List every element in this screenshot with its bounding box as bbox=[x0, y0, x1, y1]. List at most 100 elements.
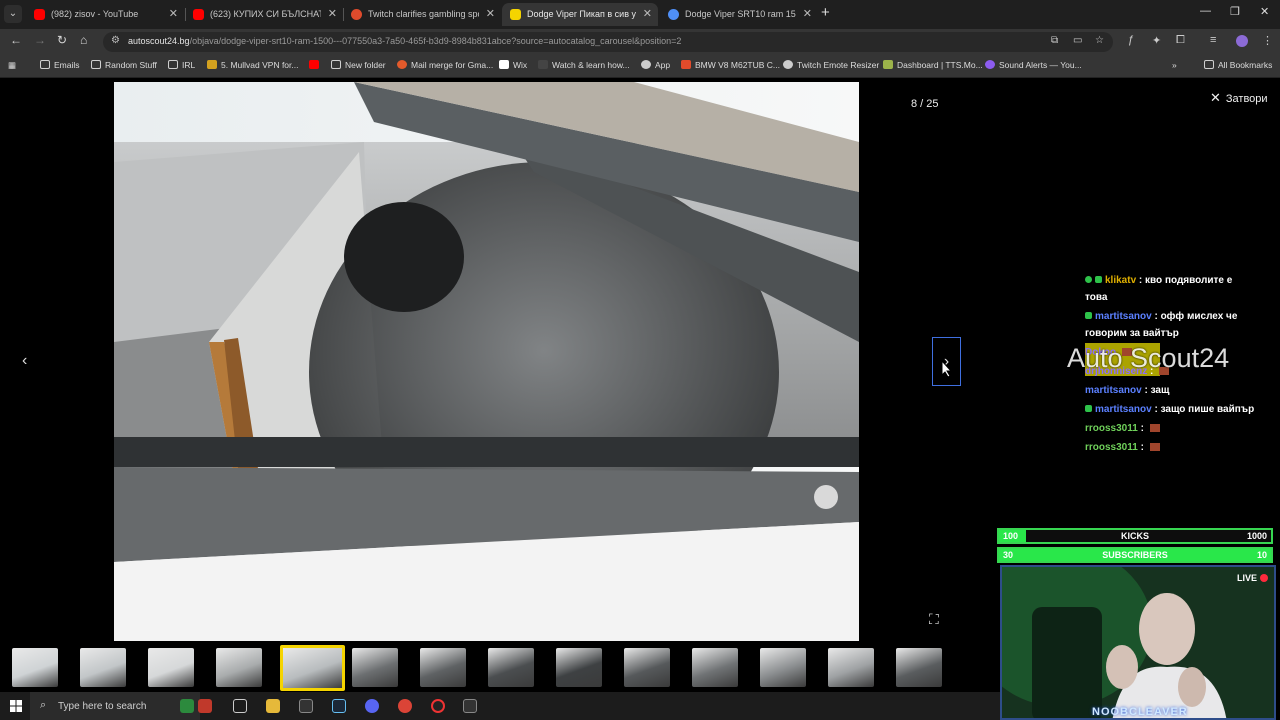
goal-target: 1000 bbox=[1246, 531, 1267, 541]
chrome-icon[interactable] bbox=[398, 699, 412, 713]
address-bar[interactable]: ⚙ autoscout24.bg/objava/dodge-viper-srt1… bbox=[103, 32, 1113, 52]
close-tab-icon[interactable]: ✕ bbox=[643, 3, 652, 26]
badge-icon bbox=[1095, 276, 1102, 283]
thumbnail[interactable] bbox=[760, 648, 806, 687]
bookmark-link[interactable]: Twitch Emote Resizer bbox=[783, 60, 879, 70]
truck-bed-photo bbox=[114, 82, 859, 641]
bookmark-folder[interactable]: Emails bbox=[40, 60, 80, 70]
sound-alerts-icon bbox=[985, 60, 995, 69]
site-info-icon[interactable]: ⚙ bbox=[111, 35, 120, 46]
bookmark-link[interactable] bbox=[309, 60, 323, 70]
minimize-icon[interactable]: — bbox=[1200, 5, 1211, 17]
reading-list-icon[interactable]: ≡ bbox=[1210, 34, 1216, 46]
translate-icon[interactable]: ⧉ bbox=[1051, 35, 1058, 46]
youtube-icon bbox=[193, 9, 204, 20]
google-icon bbox=[668, 9, 679, 20]
taskbar-search[interactable]: ⌕ Type here to search bbox=[30, 692, 200, 720]
more-bookmarks-icon[interactable]: » bbox=[1172, 60, 1177, 70]
close-tab-icon[interactable]: ✕ bbox=[486, 3, 495, 26]
apps-grid-icon[interactable]: ▦ bbox=[8, 60, 16, 71]
forward-icon[interactable]: → bbox=[34, 33, 46, 47]
gallery-photo bbox=[114, 82, 859, 641]
car-parts-icon bbox=[681, 60, 691, 69]
bookmark-folder[interactable]: Random Stuff bbox=[91, 60, 157, 70]
close-viewer-button[interactable]: ✕ Затвори bbox=[1210, 90, 1268, 106]
extension-icon[interactable]: ✦ bbox=[1152, 34, 1161, 47]
autoscout-icon bbox=[510, 9, 521, 20]
close-icon: ✕ bbox=[1210, 90, 1221, 105]
thumbnail[interactable] bbox=[692, 648, 738, 687]
app-icon[interactable] bbox=[299, 699, 313, 713]
bookmark-link[interactable]: Mail merge for Gma... bbox=[397, 60, 493, 70]
close-window-icon[interactable]: ✕ bbox=[1260, 5, 1269, 18]
tab-search-button[interactable]: ⌄ bbox=[4, 5, 22, 23]
extension-fx-icon[interactable]: ƒ bbox=[1128, 34, 1134, 46]
thumbnail[interactable] bbox=[828, 648, 874, 687]
bookmark-folder[interactable]: New folder bbox=[331, 60, 386, 70]
bookmark-link[interactable]: Sound Alerts — You... bbox=[985, 60, 1082, 70]
thumbnail[interactable] bbox=[216, 648, 262, 687]
live-dot-icon bbox=[1260, 574, 1268, 582]
bookmark-link[interactable]: Watch & learn how... bbox=[538, 60, 630, 70]
thumbnail[interactable] bbox=[352, 648, 398, 687]
back-icon[interactable]: ← bbox=[10, 33, 22, 47]
emote-icon bbox=[1149, 443, 1160, 451]
browser-toolbar: ← → ↻ ⌂ ⚙ autoscout24.bg/objava/dodge-vi… bbox=[0, 29, 1280, 55]
thumbnail[interactable] bbox=[420, 648, 466, 687]
video-icon bbox=[538, 60, 548, 69]
tab-title: (982) zisov - YouTube bbox=[51, 9, 139, 19]
url-text[interactable]: autoscout24.bg/objava/dodge-viper-srt10-… bbox=[128, 36, 681, 46]
tab-youtube-1[interactable]: (982) zisov - YouTube ✕ bbox=[26, 3, 184, 26]
close-tab-icon[interactable]: ✕ bbox=[803, 3, 812, 26]
search-placeholder: Type here to search bbox=[58, 701, 147, 712]
thumbnail[interactable] bbox=[80, 648, 126, 687]
thumbnail[interactable] bbox=[556, 648, 602, 687]
restore-icon[interactable]: ❐ bbox=[1230, 5, 1240, 18]
close-tab-icon[interactable]: ✕ bbox=[328, 3, 337, 26]
goal-label: SUBSCRIBERS bbox=[1102, 550, 1168, 560]
tab-dodge-viper-2[interactable]: Dodge Viper SRT10 ram 1500 - ✕ bbox=[660, 3, 818, 26]
tab-dodge-viper-active[interactable]: Dodge Viper Пикап в сив упот ✕ bbox=[502, 3, 658, 26]
profile-avatar[interactable] bbox=[1236, 35, 1248, 47]
tab-youtube-2[interactable]: (623) КУПИХ СИ БЪЛСНАТ ✕ bbox=[185, 3, 343, 26]
tab-twitch-article[interactable]: Twitch clarifies gambling spons ✕ bbox=[343, 3, 501, 26]
kicks-goal-bar: 100 KICKS 1000 bbox=[997, 528, 1273, 544]
autoscout-overlay-text: Auto Scout24 bbox=[1067, 343, 1230, 373]
folder-icon bbox=[168, 60, 178, 69]
bookmark-folder[interactable]: IRL bbox=[168, 60, 195, 70]
bookmarks-bar: ▦ Emails Random Stuff IRL 5. Mullvad VPN… bbox=[0, 55, 1280, 78]
bookmark-star-icon[interactable]: ☆ bbox=[1095, 35, 1104, 46]
thumbnail-selected[interactable] bbox=[280, 645, 345, 691]
reload-icon[interactable]: ↻ bbox=[57, 33, 67, 47]
file-explorer-icon[interactable] bbox=[266, 699, 280, 713]
bookmark-link[interactable]: 5. Mullvad VPN for... bbox=[207, 60, 298, 70]
install-app-icon[interactable]: ▭ bbox=[1073, 35, 1082, 46]
steam-icon[interactable] bbox=[332, 699, 346, 713]
chat-message: rrooss3011 : bbox=[1085, 420, 1255, 437]
webcam-overlay: LIVE NOOBCLEAVER bbox=[1000, 565, 1276, 720]
fullscreen-icon[interactable]: ⛶ bbox=[929, 611, 939, 628]
bookmark-link[interactable]: BMW V8 M62TUB C... bbox=[681, 60, 780, 70]
task-view-icon[interactable] bbox=[233, 699, 247, 713]
all-bookmarks[interactable]: All Bookmarks bbox=[1204, 60, 1272, 70]
new-tab-icon[interactable]: + bbox=[821, 4, 830, 21]
discord-icon[interactable] bbox=[365, 699, 379, 713]
mullvad-icon bbox=[207, 60, 217, 69]
previous-image-button[interactable]: ‹ bbox=[22, 352, 27, 370]
menu-icon[interactable]: ⋮ bbox=[1262, 34, 1273, 47]
thumbnail[interactable] bbox=[896, 648, 942, 687]
bookmark-link[interactable]: Dashboard | TTS.Mo... bbox=[883, 60, 983, 70]
obs-icon[interactable] bbox=[431, 699, 445, 713]
thumbnail[interactable] bbox=[488, 648, 534, 687]
close-tab-icon[interactable]: ✕ bbox=[169, 3, 178, 26]
thumbnail[interactable] bbox=[148, 648, 194, 687]
bookmark-link[interactable]: Wix bbox=[499, 60, 527, 70]
app-icon[interactable] bbox=[463, 699, 477, 713]
extensions-puzzle-icon[interactable]: ⧠ bbox=[1176, 34, 1185, 47]
bookmark-link[interactable]: App bbox=[641, 60, 670, 70]
thumbnail[interactable] bbox=[12, 648, 58, 687]
home-icon[interactable]: ⌂ bbox=[80, 33, 87, 47]
windows-start-icon[interactable] bbox=[10, 700, 22, 712]
thumbnail[interactable] bbox=[624, 648, 670, 687]
close-label: Затвори bbox=[1225, 93, 1268, 105]
